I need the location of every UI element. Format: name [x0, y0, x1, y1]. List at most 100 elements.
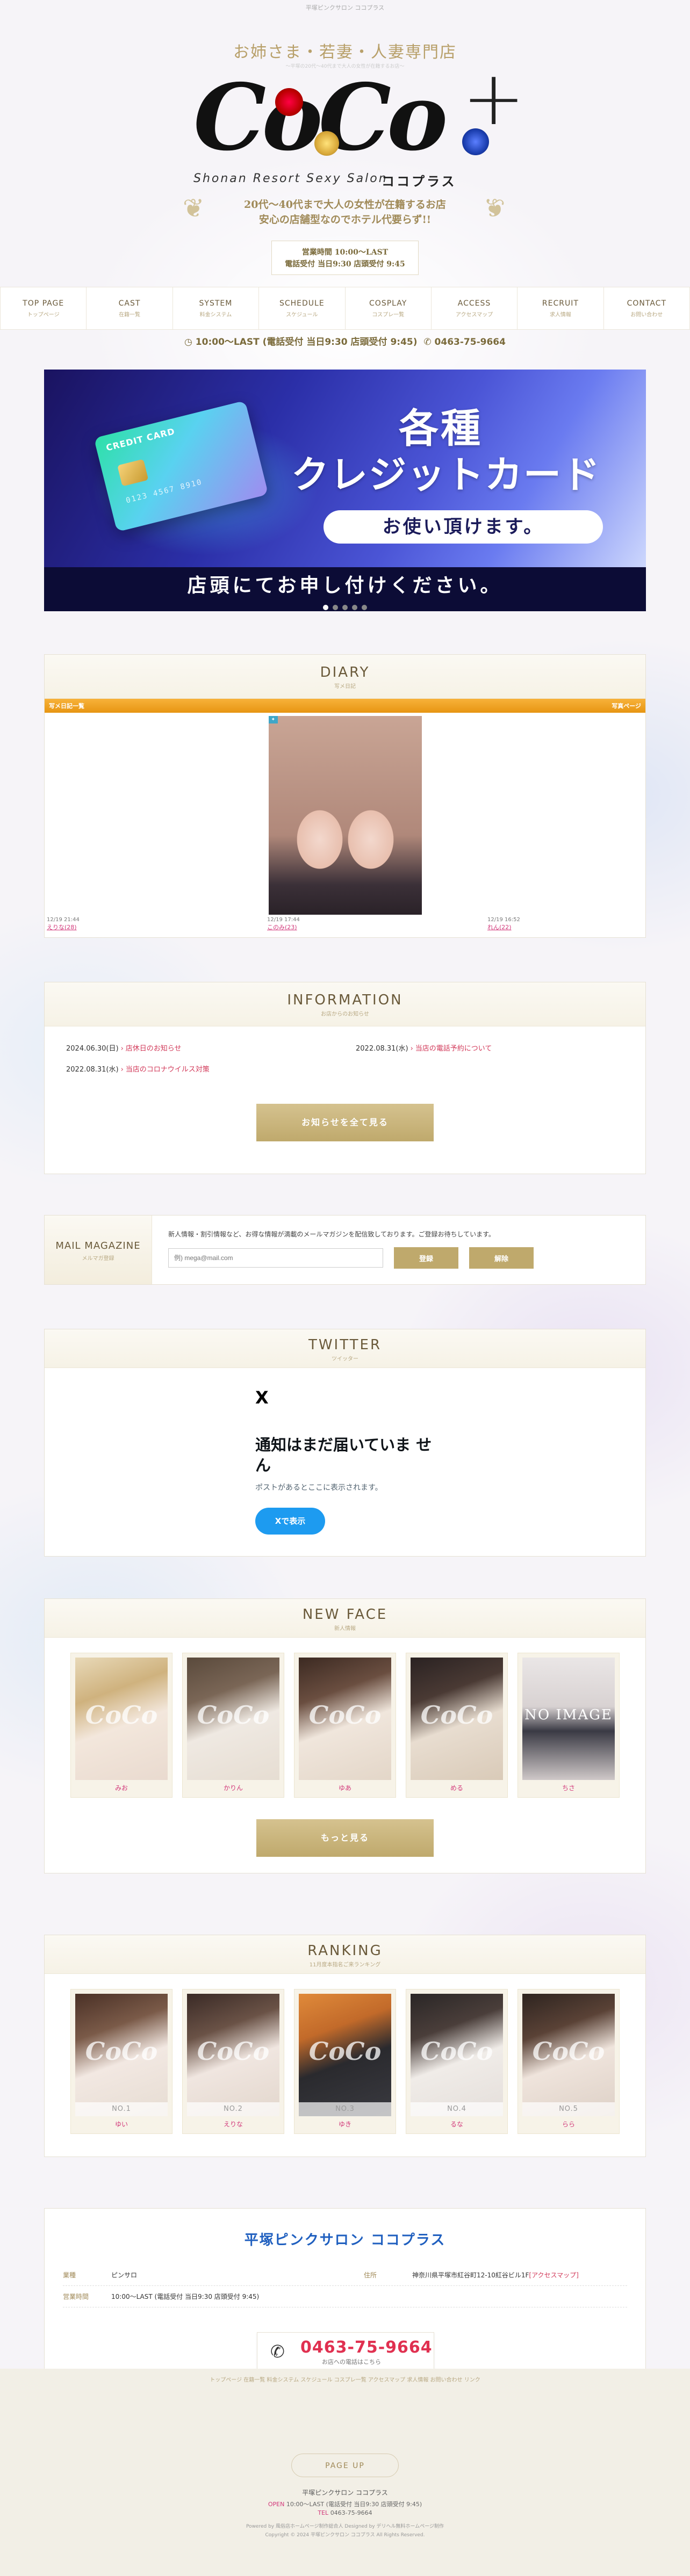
cast-name[interactable]: えりな [187, 2119, 279, 2129]
slider-dot[interactable] [352, 605, 357, 610]
mail-header: MAIL MAGAZINE メルマガ登録 [45, 1215, 152, 1284]
cast-name[interactable]: かりん [187, 1783, 279, 1792]
cast-card[interactable]: NO IMAGE ちさ [518, 1653, 620, 1798]
diary-item[interactable]: 12/19 21:44 えりな(28) [47, 716, 203, 931]
footer-shop-name: 平塚ピンクサロン ココプラス [302, 2489, 388, 2497]
cast-photo[interactable]: CoCo NO.5 [522, 1994, 615, 2116]
nav-cast[interactable]: CAST 在籍一覧 [87, 287, 173, 329]
hours-box: 営業時間 10:00～LAST 電話受付 当日9:30 店頭受付 9:45 [271, 241, 419, 275]
rank-card[interactable]: CoCo NO.1 ゆい [70, 1989, 172, 2134]
site-logo[interactable]: CoCo + Shonan Resort Sexy Salon ココプラス [183, 61, 525, 190]
nav-access[interactable]: ACCESS アクセスマップ [432, 287, 518, 329]
diary-item[interactable]: ✦ 12/19 17:44 このみ(23) [267, 716, 423, 931]
shop-key: 住所 [364, 2271, 377, 2279]
credit-card-banner[interactable]: CREDIT CARD 0123 4567 8910 各種 クレジットカード お… [44, 370, 646, 611]
nav-label: SYSTEM [199, 299, 233, 308]
cast-photo[interactable]: CoCo [75, 1658, 168, 1780]
nav-top[interactable]: TOP PAGE トップページ [0, 287, 87, 329]
rank-card[interactable]: CoCo NO.2 えりな [182, 1989, 284, 2134]
cast-photo[interactable]: CoCo NO.2 [187, 1994, 279, 2116]
cast-card[interactable]: CoCo める [406, 1653, 508, 1798]
view-on-x-button[interactable]: Xで表示 [255, 1508, 325, 1535]
cast-photo[interactable]: CoCo [411, 1658, 503, 1780]
slider-dot[interactable] [333, 605, 338, 610]
info-link[interactable]: 店休日のお知らせ [126, 1045, 182, 1053]
cast-name[interactable]: ゆあ [299, 1783, 391, 1792]
diary-name-link[interactable]: れん(22) [487, 923, 643, 931]
cast-name[interactable]: ちさ [522, 1783, 615, 1792]
register-button[interactable]: 登録 [394, 1247, 458, 1269]
footer-hours: OPEN 10:00～LAST (電話受付 当日9:30 店頭受付 9:45) [0, 2500, 690, 2508]
cast-card[interactable]: CoCo みお [70, 1653, 172, 1798]
section-subtitle: 写メ日記 [334, 684, 356, 690]
nav-recruit[interactable]: RECRUIT 求人情報 [518, 287, 604, 329]
footer-tel-label: TEL [318, 2509, 329, 2516]
slider-dot[interactable] [362, 605, 367, 610]
cast-photo[interactable]: CoCo [299, 1658, 391, 1780]
rank-card[interactable]: CoCo NO.5 らら [518, 1989, 620, 2134]
diary-list-link[interactable]: 写メ日記一覧 [49, 701, 84, 710]
info-more-button[interactable]: お知らせを全て見る [256, 1104, 434, 1141]
cast-photo[interactable]: CoCo [187, 1658, 279, 1780]
slider-dot[interactable] [323, 605, 328, 610]
email-field[interactable] [168, 1248, 383, 1268]
section-subtitle: 新人情報 [334, 1626, 356, 1632]
nav-system[interactable]: SYSTEM 料金システム [173, 287, 260, 329]
logo-subtitle: Shonan Resort Sexy Salon [193, 172, 388, 185]
nav-cosplay[interactable]: COSPLAY コスプレ一覧 [346, 287, 432, 329]
mail-title: MAIL MAGAZINE [55, 1240, 141, 1251]
diary-thumb-empty [487, 716, 643, 915]
cast-name[interactable]: ゆき [299, 2119, 391, 2129]
shop-row: 業種 ピンサロ 住所 神奈川県平塚市紅谷町12-10紅谷ビル1F[アクセスマップ… [63, 2264, 627, 2286]
watermark-logo: CoCo [85, 2037, 158, 2066]
diary-photo-link[interactable]: 写真ページ [612, 701, 641, 710]
diary-item[interactable]: 12/19 16:52 れん(22) [487, 716, 643, 931]
info-link[interactable]: 当店のコロナウイルス対策 [126, 1066, 210, 1074]
hours-line-1: 営業時間 10:00～LAST [301, 248, 389, 257]
catch-copy-2: 安心の店舗型なのでホテル代要らず!! [258, 214, 432, 226]
twitter-empty-title: 通知はまだ届いていま せん [255, 1436, 432, 1474]
diary-name-link[interactable]: このみ(23) [267, 923, 423, 931]
info-link[interactable]: 当店の電話予約について [415, 1045, 492, 1053]
info-date: 2022.08.31(水) [66, 1066, 119, 1074]
cast-photo[interactable]: CoCo NO.3 [299, 1994, 391, 2116]
cast-photo[interactable]: NO IMAGE [522, 1658, 615, 1780]
nav-sublabel: スケジュール [286, 312, 318, 318]
rank-label: NO.3 [299, 2102, 391, 2116]
slider-dot[interactable] [342, 605, 348, 610]
cast-name[interactable]: ゆい [75, 2119, 168, 2129]
diary-photo[interactable]: ✦ [268, 716, 422, 915]
cast-photo[interactable]: CoCo NO.1 [75, 1994, 168, 2116]
call-button[interactable]: ✆ 0463-75-9664 お店への電話はこちら [257, 2332, 434, 2370]
page-up-button[interactable]: PAGE UP [291, 2454, 399, 2477]
info-body: 2024.06.30(日) › 店休日のお知らせ 2022.08.31(水) › 当店の… [45, 1026, 645, 1141]
section-header: NEW FACE 新人情報 [45, 1599, 645, 1638]
nav-schedule[interactable]: SCHEDULE スケジュール [259, 287, 346, 329]
footer-links[interactable]: トップページ 在籍一覧 料金システム スケジュール コスプレ一覧 アクセスマップ… [0, 2375, 690, 2383]
rank-card[interactable]: CoCo NO.3 ゆき [294, 1989, 396, 2134]
nav-contact[interactable]: CONTACT お問い合わせ [604, 287, 690, 329]
access-map-link[interactable]: [アクセスマップ] [529, 2271, 578, 2279]
info-tel-link[interactable]: 0463-75-9664 [435, 337, 506, 348]
cast-name[interactable]: みお [75, 1783, 168, 1792]
cast-name[interactable]: らら [522, 2119, 615, 2129]
rank-card[interactable]: CoCo NO.4 るな [406, 1989, 508, 2134]
cast-name[interactable]: める [411, 1783, 503, 1792]
more-button[interactable]: もっと見る [256, 1819, 434, 1857]
cast-card[interactable]: CoCo かりん [182, 1653, 284, 1798]
blue-rose-icon [462, 128, 489, 155]
shop-key: 業種 [63, 2271, 76, 2279]
phone-icon: ✆ [270, 2341, 285, 2362]
section-header: DIARY 写メ日記 [45, 655, 645, 699]
footer-tel-value[interactable]: 0463-75-9664 [330, 2509, 372, 2516]
cast-photo[interactable]: CoCo NO.4 [411, 1994, 503, 2116]
cast-name[interactable]: るな [411, 2119, 503, 2129]
no-image-label: NO IMAGE [524, 1707, 613, 1723]
diary-thumb-empty [47, 716, 203, 915]
info-bar: ◷ 10:00～LAST (電話受付 当日9:30 店頭受付 9:45) ✆ 0… [0, 333, 690, 351]
diary-name-link[interactable]: えりな(28) [47, 923, 203, 931]
unsubscribe-button[interactable]: 解除 [469, 1247, 534, 1269]
cast-card[interactable]: CoCo ゆあ [294, 1653, 396, 1798]
